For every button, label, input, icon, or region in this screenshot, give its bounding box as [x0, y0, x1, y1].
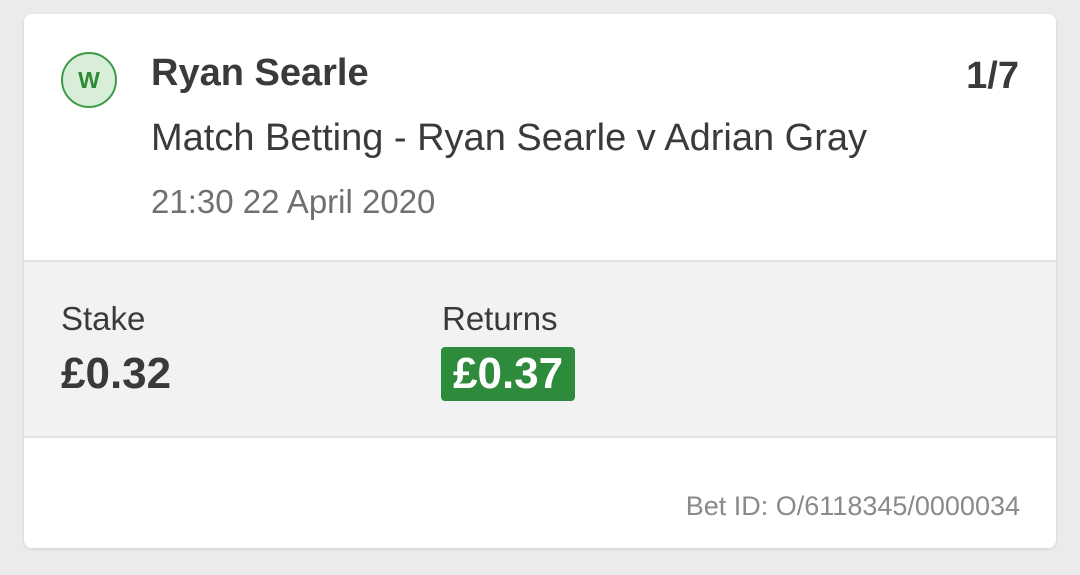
bet-id: Bet ID: O/6118345/0000034: [685, 491, 1020, 521]
bet-card[interactable]: W Ryan Searle 1/7 Match Betting - Ryan S…: [24, 14, 1056, 548]
market-name: Match Betting - Ryan Searle v Adrian Gra…: [151, 117, 867, 159]
returns-value-badge: £0.37: [441, 347, 576, 401]
returns-label: Returns: [442, 300, 558, 337]
win-badge-icon: W: [61, 52, 117, 108]
stake-value: £0.32: [61, 349, 172, 398]
bet-footer: Bet ID: O/6118345/0000034: [24, 438, 1056, 548]
odds: 1/7: [966, 55, 1019, 97]
stake-label: Stake: [61, 300, 146, 337]
selection-name: Ryan Searle: [151, 52, 369, 94]
event-time: 21:30 22 April 2020: [151, 183, 436, 220]
bet-header: W Ryan Searle 1/7 Match Betting - Ryan S…: [24, 14, 1056, 260]
stake-returns-panel: Stake £0.32 Returns £0.37: [24, 262, 1056, 436]
